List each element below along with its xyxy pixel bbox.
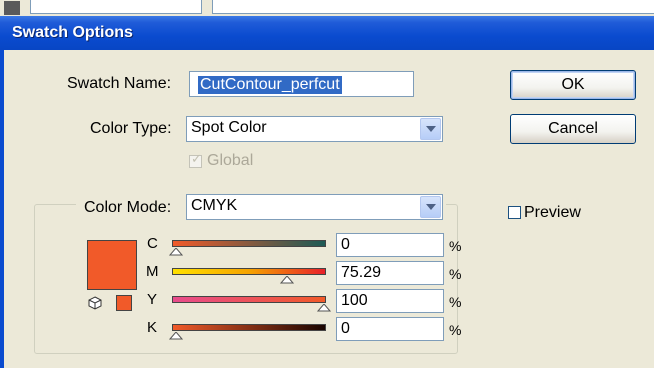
color-mode-value: CMYK [191,197,238,214]
swatch-name-label: Swatch Name: [67,75,172,92]
color-type-label: Color Type: [90,120,172,137]
global-label: Global [207,152,254,169]
magenta-slider-track[interactable] [172,268,326,275]
magenta-input[interactable]: 75.29 [336,261,444,285]
black-slider-track[interactable] [172,324,326,331]
cyan-slider-track[interactable] [172,240,326,247]
yellow-slider-track[interactable] [172,296,326,303]
yellow-input[interactable]: 100 [336,289,444,313]
yellow-label: Y [147,291,158,308]
background-window-strip [0,0,654,16]
dialog-title: Swatch Options [12,24,133,41]
in-gamut-swatch[interactable] [116,295,132,311]
dialog-title-bar[interactable]: Swatch Options [0,16,654,50]
window-frame-left [0,50,4,368]
background-icon [4,1,20,15]
preview-label: Preview [524,204,581,221]
yellow-percent: % [449,294,462,310]
global-checkbox[interactable] [189,152,202,168]
color-swatch-preview [87,240,137,290]
black-input[interactable]: 0 [336,317,444,341]
cancel-button[interactable]: Cancel [510,114,636,144]
color-mode-label: Color Mode: [84,199,172,216]
yellow-value: 100 [341,292,368,309]
color-type-select[interactable]: Spot Color [186,116,443,142]
black-value: 0 [341,320,350,337]
magenta-value: 75.29 [341,264,382,281]
preview-checkbox[interactable] [508,206,521,219]
cyan-input[interactable]: 0 [336,233,444,257]
swatch-name-value: CutContour_perfcut [198,76,342,94]
cyan-percent: % [449,238,462,254]
color-mode-select[interactable]: CMYK [186,194,443,220]
black-percent: % [449,322,462,338]
black-label: K [147,319,158,336]
swatch-name-input[interactable]: CutContour_perfcut [189,71,414,97]
cyan-value: 0 [341,236,350,253]
color-type-value: Spot Color [191,119,267,136]
cyan-label: C [147,235,158,252]
chevron-down-icon[interactable] [420,118,441,140]
cube-icon[interactable] [88,296,102,310]
background-field-2 [212,0,654,14]
chevron-down-icon[interactable] [420,196,441,218]
magenta-label: M [146,263,159,280]
ok-button[interactable]: OK [510,70,636,100]
background-field [30,0,202,14]
magenta-percent: % [449,266,462,282]
